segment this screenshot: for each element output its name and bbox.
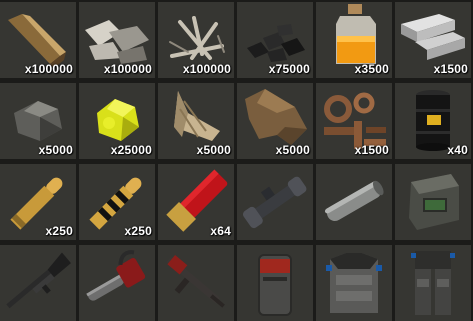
inventory-slot-wood[interactable]: x100000 (0, 2, 76, 78)
inventory-grid: x100000 x100000 x100000 x75000 x3500 x15… (0, 0, 473, 321)
shotgun-icon (6, 252, 71, 309)
item-quantity: x1500 (354, 143, 389, 157)
item-quantity: x250 (45, 224, 73, 238)
inventory-slot-stones[interactable]: x100000 (79, 2, 155, 78)
inventory-slot-chainsaw[interactable] (79, 245, 155, 321)
inventory-slot-leather[interactable]: x5000 (237, 83, 313, 159)
metal-pipe-icon (324, 180, 384, 221)
inventory-slot-sulfur-ore[interactable]: x25000 (79, 83, 155, 159)
inventory-slot-tech-trash[interactable] (395, 164, 471, 240)
metal-facemask-icon (258, 254, 292, 316)
inventory-slot-bones[interactable]: x100000 (158, 2, 234, 78)
inventory-slot-fuel-barrel[interactable]: x40 (395, 83, 471, 159)
inventory-slot-cloth[interactable]: x5000 (158, 83, 234, 159)
assault-rifle-icon (166, 255, 225, 308)
item-quantity: x64 (210, 224, 231, 238)
item-quantity: x75000 (268, 62, 310, 76)
roadsign-kilt-icon (411, 251, 455, 315)
item-quantity: x100000 (103, 62, 152, 76)
inventory-slot-roadsign-kilt[interactable] (395, 245, 471, 321)
item-quantity: x1500 (433, 62, 468, 76)
item-quantity: x250 (124, 224, 152, 238)
item-quantity: x100000 (182, 62, 231, 76)
inventory-slot-metal-facemask[interactable] (237, 245, 313, 321)
item-quantity: x5000 (38, 143, 73, 157)
item-quantity: x3500 (354, 62, 389, 76)
inventory-slot-charcoal[interactable]: x75000 (237, 2, 313, 78)
inventory-slot-metal-pipe[interactable] (316, 164, 392, 240)
item-quantity: x100000 (24, 62, 73, 76)
inventory-slot-scope[interactable] (237, 164, 313, 240)
inventory-slot-shotgun[interactable] (0, 245, 76, 321)
item-quantity: x40 (447, 143, 468, 157)
inventory-slot-incendiary-ammo[interactable]: x250 (79, 164, 155, 240)
metal-chestplate-icon (326, 253, 382, 313)
scope-icon (242, 176, 307, 229)
item-quantity: x25000 (110, 143, 152, 157)
inventory-slot-metal-chestplate[interactable] (316, 245, 392, 321)
item-quantity: x5000 (275, 143, 310, 157)
inventory-slot-rifle-ammo[interactable]: x250 (0, 164, 76, 240)
inventory-slot-assault-rifle[interactable] (158, 245, 234, 321)
inventory-slot-metal-ingots[interactable]: x1500 (395, 2, 471, 78)
inventory-slot-low-grade-fuel[interactable]: x3500 (316, 2, 392, 78)
item-quantity: x5000 (196, 143, 231, 157)
chainsaw-icon (86, 250, 146, 301)
tech-trash-icon (409, 174, 459, 230)
inventory-slot-shotgun-shell[interactable]: x64 (158, 164, 234, 240)
inventory-slot-metal-ore[interactable]: x5000 (0, 83, 76, 159)
inventory-slot-metal-fragments[interactable]: x1500 (316, 83, 392, 159)
